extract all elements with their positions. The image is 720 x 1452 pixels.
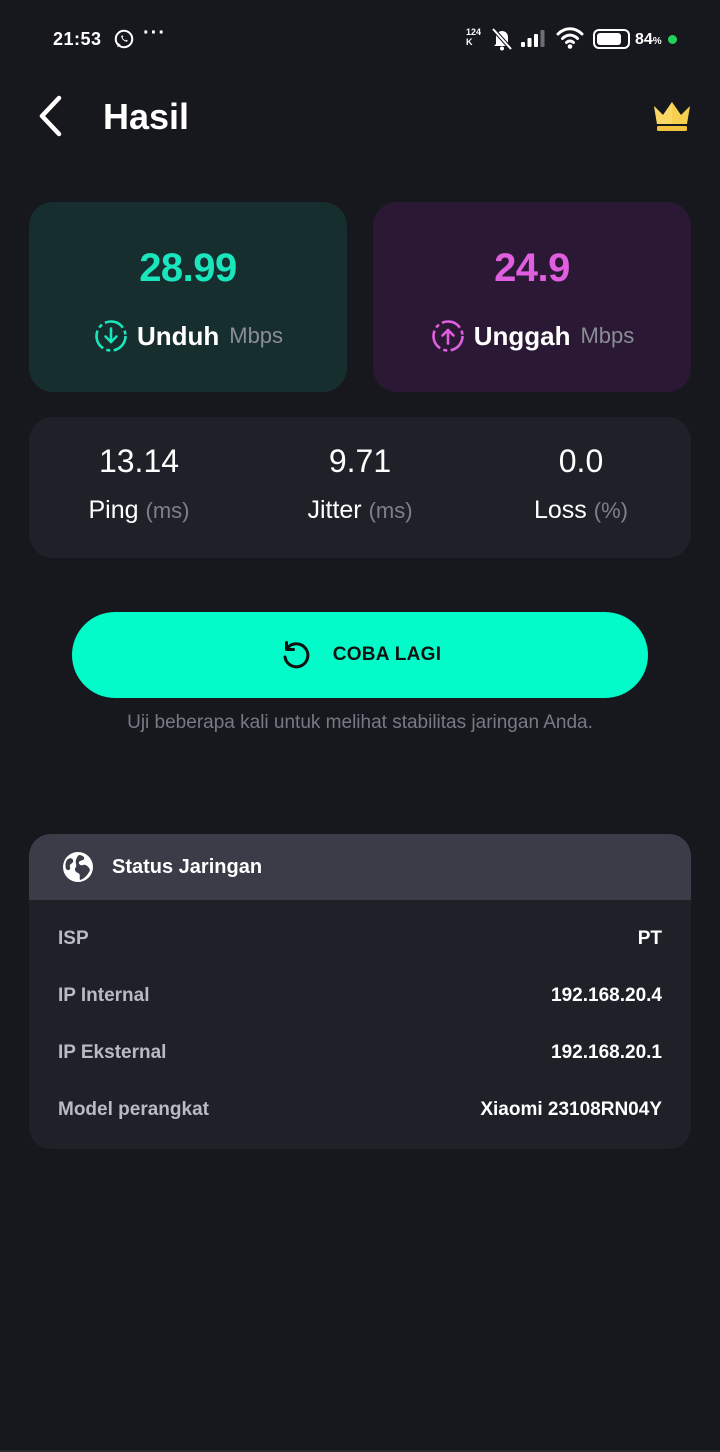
upload-unit: Mbps xyxy=(580,323,635,348)
network-row-ip-external: IP Eksternal 192.168.20.1 xyxy=(58,1042,662,1072)
loss-unit: (%) xyxy=(593,498,628,523)
jitter-label: Jitter xyxy=(307,496,362,524)
network-row-value: 192.168.20.4 xyxy=(551,985,662,1006)
network-row-key: IP Eksternal xyxy=(58,1042,167,1063)
back-button[interactable] xyxy=(30,92,70,140)
upload-label: Unggah xyxy=(473,320,571,351)
network-speed-unit: K xyxy=(466,37,473,47)
download-label: Unduh xyxy=(136,320,220,351)
retry-hint: Uji beberapa kali untuk melihat stabilit… xyxy=(127,712,593,733)
upload-label-row: Unggah Mbps xyxy=(373,318,691,354)
network-row-device-model: Model perangkat Xiaomi 23108RN04Y xyxy=(58,1099,662,1129)
upload-speed-card: 24.9 Unggah Mbps xyxy=(373,202,691,392)
battery-percent: 84% xyxy=(635,31,662,49)
network-row-key: Model perangkat xyxy=(58,1099,209,1120)
jitter-value: 9.71 xyxy=(328,443,392,479)
retry-button-label: COBA LAGI xyxy=(332,644,442,665)
loss-label: Loss xyxy=(534,496,587,524)
network-row-ip-internal: IP Internal 192.168.20.4 xyxy=(58,985,662,1015)
retry-button[interactable]: COBA LAGI xyxy=(72,612,648,698)
network-row-key: IP Internal xyxy=(58,985,150,1006)
muted-bell-icon xyxy=(491,27,513,51)
network-status-card: Status Jaringan ISP PT IP Internal 192.1… xyxy=(29,834,691,1149)
download-unit: Mbps xyxy=(229,323,284,348)
upload-speed-value: 24.9 xyxy=(494,246,570,290)
ping-unit: (ms) xyxy=(145,498,190,523)
ping-label-row: Ping (ms) xyxy=(29,496,249,525)
upload-circle-icon xyxy=(431,320,464,352)
metrics-card: 13.14 Ping (ms) 9.71 Jitter (ms) 0.0 Los… xyxy=(29,417,691,558)
jitter-unit: (ms) xyxy=(368,498,413,523)
battery-icon xyxy=(593,29,630,49)
network-status-title: Status Jaringan xyxy=(112,856,263,878)
network-row-isp: ISP PT xyxy=(58,928,662,958)
download-speed-value: 28.99 xyxy=(139,246,237,290)
retry-icon xyxy=(283,641,310,669)
network-speed-value: 124 xyxy=(466,27,482,37)
globe-icon xyxy=(63,852,93,882)
status-bar: 21:53 ··· 124 K 84% xyxy=(0,0,720,78)
crown-icon[interactable] xyxy=(650,98,694,134)
battery-percent-value: 84 xyxy=(635,31,653,48)
metric-jitter: 9.71 Jitter (ms) xyxy=(250,417,470,558)
network-row-key: ISP xyxy=(58,928,89,949)
download-circle-icon xyxy=(95,320,127,352)
network-row-value: PT xyxy=(637,928,662,949)
chevron-left-icon xyxy=(39,95,62,137)
jitter-label-row: Jitter (ms) xyxy=(250,496,470,525)
ping-label: Ping xyxy=(88,496,139,524)
download-speed-card: 28.99 Unduh Mbps xyxy=(29,202,347,392)
network-row-value: Xiaomi 23108RN04Y xyxy=(480,1099,662,1120)
network-status-header: Status Jaringan xyxy=(29,834,691,900)
charging-dot xyxy=(668,35,677,44)
wifi-icon xyxy=(556,27,584,49)
ping-value: 13.14 xyxy=(98,443,180,479)
signal-icon xyxy=(521,30,545,47)
metric-ping: 13.14 Ping (ms) xyxy=(29,417,249,558)
network-speed-indicator: 124 K xyxy=(466,27,481,47)
battery-percent-sign: % xyxy=(652,36,662,47)
page-title: Hasil xyxy=(103,96,190,137)
whatsapp-icon xyxy=(114,29,134,49)
loss-label-row: Loss (%) xyxy=(471,496,691,525)
network-row-value: 192.168.20.1 xyxy=(551,1042,662,1063)
more-notifications-icon: ··· xyxy=(143,22,166,44)
status-time: 21:53 xyxy=(53,29,102,49)
battery-fill xyxy=(597,33,621,45)
loss-value: 0.0 xyxy=(558,443,604,479)
metric-loss: 0.0 Loss (%) xyxy=(471,417,691,558)
download-label-row: Unduh Mbps xyxy=(29,318,347,354)
